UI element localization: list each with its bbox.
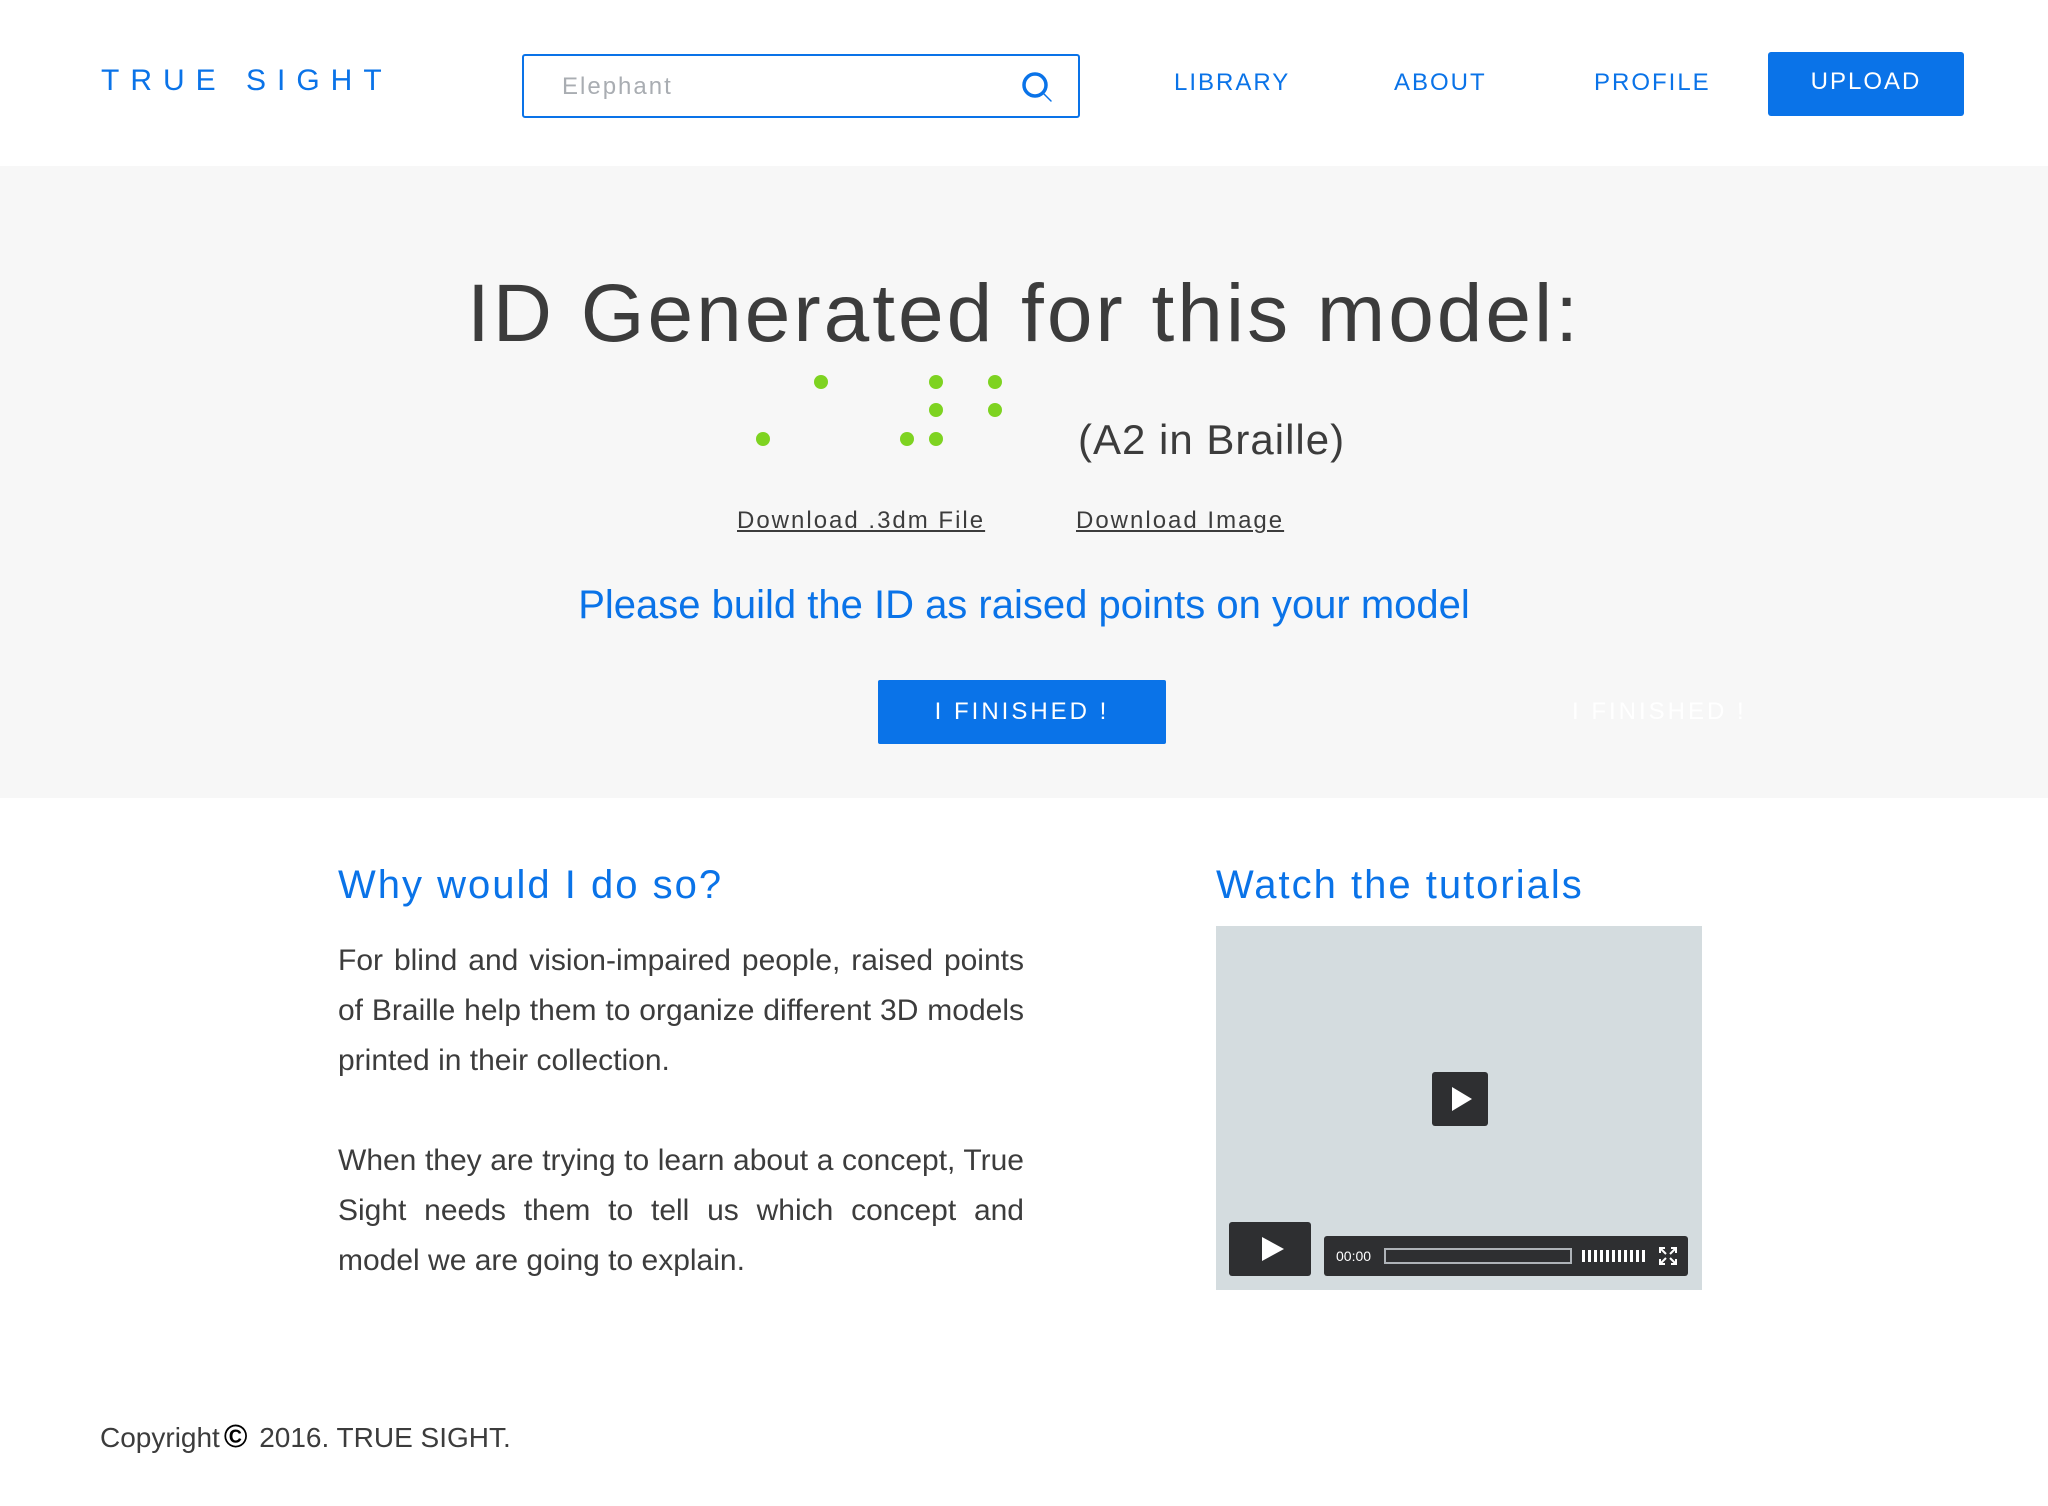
fullscreen-icon[interactable] — [1658, 1246, 1678, 1266]
braille-dot — [756, 432, 770, 446]
instruction-text: Please build the ID as raised points on … — [578, 583, 1470, 627]
video-controls: 00:00 — [1324, 1236, 1688, 1276]
nav-about[interactable]: ABOUT — [1394, 68, 1487, 98]
why-paragraph: When they are trying to learn about a co… — [338, 1144, 1024, 1277]
logo[interactable]: TRUE SIGHT — [101, 63, 393, 99]
upload-button[interactable]: UPLOAD — [1768, 52, 1964, 116]
play-icon[interactable] — [1432, 1072, 1488, 1126]
finished-button[interactable]: I FINISHED ! — [878, 680, 1166, 744]
download-image-link[interactable]: Download Image — [1076, 506, 1284, 536]
tutorial-video[interactable]: 00:00 — [1216, 926, 1702, 1290]
why-heading: Why would I do so? — [338, 863, 724, 907]
braille-dot — [988, 375, 1002, 389]
search-icon[interactable] — [1020, 70, 1056, 106]
braille-caption: (A2 in Braille) — [1078, 416, 1346, 463]
tutorials-heading: Watch the tutorials — [1216, 863, 1584, 907]
header: TRUE SIGHT LIBRARY ABOUT PROFILE UPLOAD — [0, 0, 2048, 166]
nav-library[interactable]: LIBRARY — [1174, 68, 1290, 98]
finished-ghost-text: I FINISHED ! — [1572, 698, 1747, 725]
braille-dot — [900, 432, 914, 446]
page-title: ID Generated for this model: — [466, 268, 1582, 359]
video-progress-bar[interactable] — [1384, 1248, 1572, 1264]
nav-profile[interactable]: PROFILE — [1594, 68, 1711, 98]
braille-dot — [929, 432, 943, 446]
copyright-icon: © — [223, 1418, 248, 1454]
search-input[interactable] — [560, 68, 1000, 106]
video-time: 00:00 — [1336, 1248, 1372, 1264]
hero-section: ID Generated for this model: (A2 in Brai… — [0, 166, 2048, 798]
play-button[interactable] — [1229, 1222, 1311, 1276]
braille-dot — [814, 375, 828, 389]
braille-dot — [988, 403, 1002, 417]
why-paragraph: For blind and vision-impaired people, ra… — [338, 944, 1024, 1077]
braille-dot — [929, 375, 943, 389]
copyright-suffix: 2016. TRUE SIGHT. — [251, 1422, 511, 1453]
download-3dm-link[interactable]: Download .3dm File — [737, 506, 985, 536]
search-box[interactable] — [522, 54, 1080, 118]
copyright: Copyright © 2016. TRUE SIGHT. — [100, 1418, 511, 1456]
braille-dot — [929, 403, 943, 417]
copyright-prefix: Copyright — [100, 1422, 220, 1453]
volume-icon[interactable] — [1582, 1248, 1646, 1264]
